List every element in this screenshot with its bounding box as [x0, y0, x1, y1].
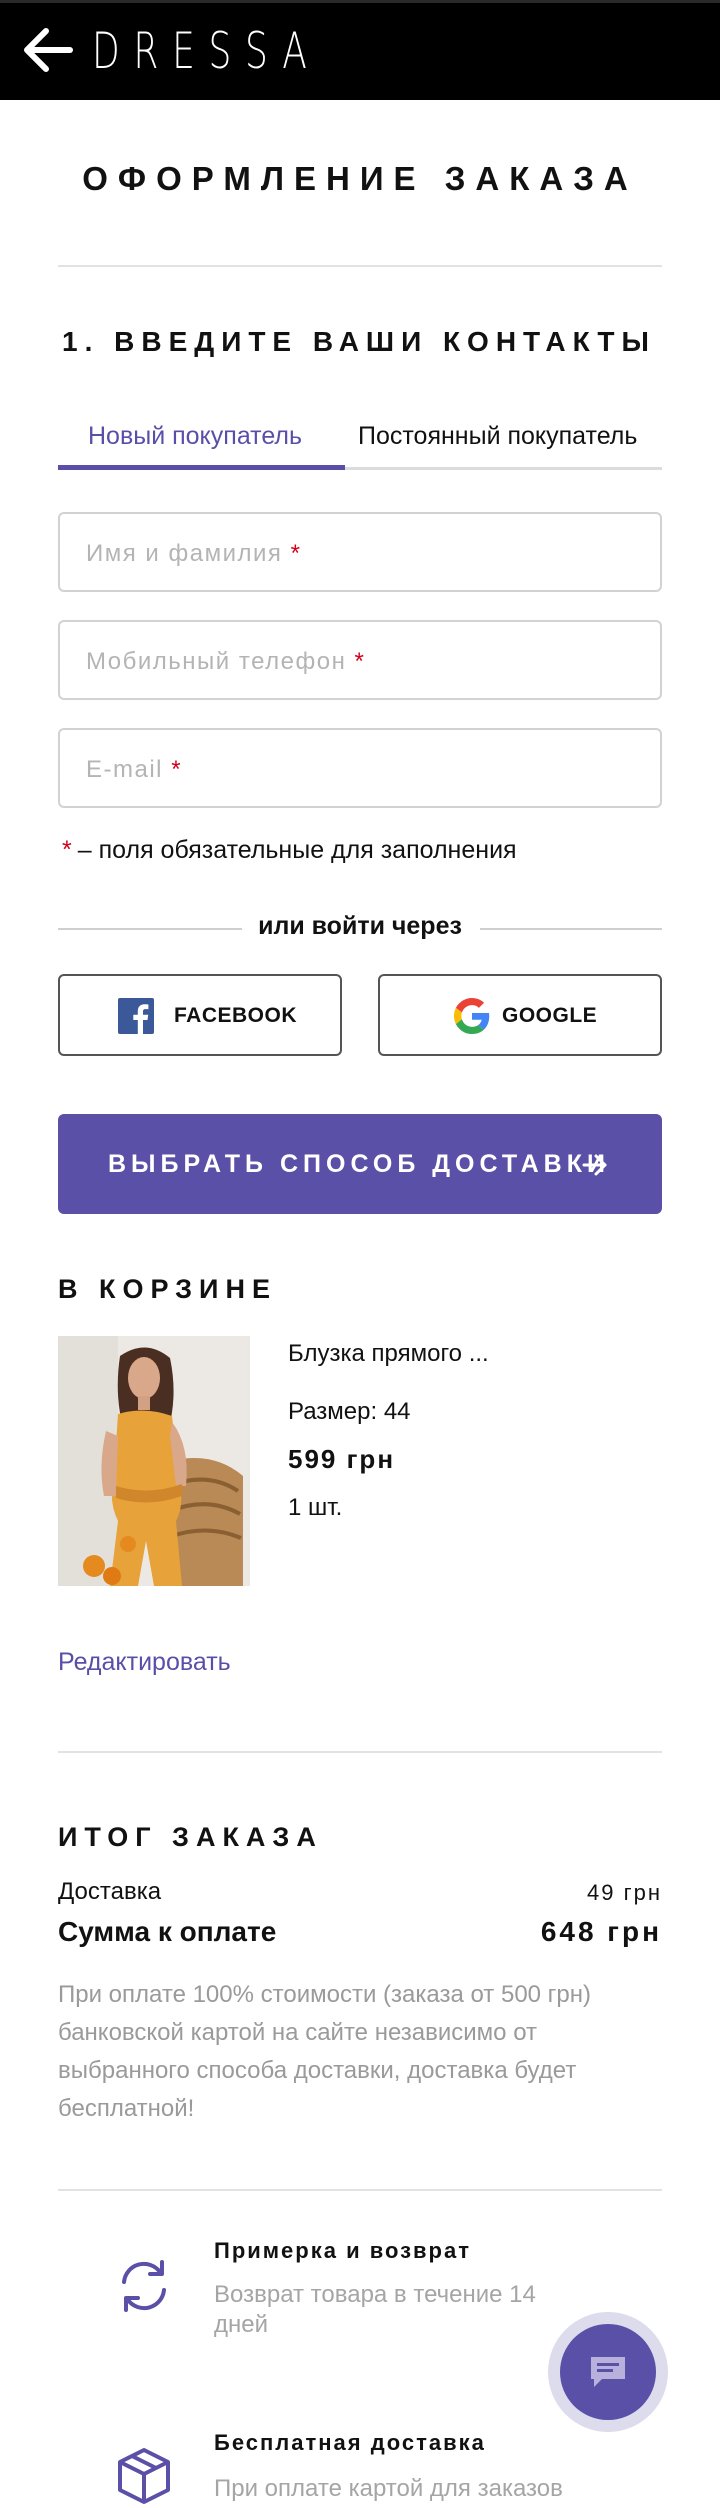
google-label: GOOGLE — [502, 1004, 598, 1027]
feature-text-delivery: При оплате картой для заказов — [214, 2475, 563, 2502]
active-tab-underline — [58, 465, 345, 470]
divider — [58, 1751, 662, 1753]
top-bar-edge — [0, 0, 720, 3]
top-bar: DRESSA — [0, 0, 720, 100]
edit-cart-link[interactable]: Редактировать — [58, 1648, 231, 1677]
chat-button[interactable] — [548, 2312, 668, 2432]
box-icon — [114, 2446, 174, 2506]
required-mark: * — [62, 836, 72, 864]
phone-input[interactable] — [60, 622, 660, 698]
tab-new-customer[interactable]: Новый покупатель — [88, 422, 302, 451]
google-login-button[interactable]: GOOGLE — [378, 974, 662, 1056]
total-label: Сумма к оплате — [58, 1916, 277, 1947]
name-input[interactable] — [60, 514, 660, 590]
cart-title: В КОРЗИНЕ — [58, 1274, 277, 1304]
choose-delivery-button[interactable]: ВЫБРАТЬ СПОСОБ ДОСТАВКИ — [58, 1114, 662, 1214]
required-note: * – поля обязательные для заполнения — [62, 836, 517, 864]
delivery-value: 49 грн — [587, 1880, 662, 1905]
delivery-label: Доставка — [58, 1878, 162, 1905]
feature-text-returns: Возврат товара в течение 14 дней — [214, 2281, 536, 2338]
choose-delivery-label: ВЫБРАТЬ СПОСОБ ДОСТАВКИ — [108, 1150, 610, 1178]
product-name[interactable]: Блузка прямого ... — [288, 1340, 489, 1368]
logo[interactable]: DRESSA — [92, 16, 321, 80]
feature-title-returns: Примерка и возврат — [214, 2238, 472, 2263]
customer-tabs: Новый покупатель Постоянный покупатель — [58, 418, 662, 470]
chat-button-inner — [560, 2324, 656, 2420]
order-summary-title: ИТОГ ЗАКАЗА — [58, 1822, 323, 1852]
or-login-divider: или войти через — [58, 912, 662, 946]
facebook-icon — [118, 998, 154, 1034]
facebook-label: FACEBOOK — [174, 1004, 298, 1027]
page-title: ОФОРМЛЕНИЕ ЗАКАЗА — [82, 160, 638, 197]
tab-regular-customer[interactable]: Постоянный покупатель — [358, 422, 637, 451]
arrow-right-icon — [580, 1150, 610, 1180]
product-size: Размер: 44 — [288, 1398, 411, 1425]
free-delivery-info: При оплате 100% стоимости (заказа от 500… — [58, 1981, 592, 2122]
back-arrow-icon[interactable] — [22, 27, 74, 73]
refresh-icon — [114, 2256, 174, 2316]
total-value: 648 грн — [540, 1916, 662, 1947]
or-login-text: или войти через — [258, 912, 462, 940]
email-input[interactable] — [60, 730, 660, 806]
google-icon — [454, 998, 490, 1034]
contacts-section-title: 1. ВВЕДИТЕ ВАШИ КОНТАКТЫ — [62, 326, 656, 357]
name-field[interactable]: Имя и фамилия * — [58, 512, 662, 592]
email-field[interactable]: E-mail * — [58, 728, 662, 808]
product-image[interactable] — [58, 1336, 250, 1586]
facebook-login-button[interactable]: FACEBOOK — [58, 974, 342, 1056]
divider — [58, 265, 662, 267]
product-price: 599 грн — [288, 1444, 396, 1474]
product-quantity: 1 шт. — [288, 1494, 343, 1521]
feature-title-delivery: Бесплатная доставка — [214, 2430, 486, 2455]
divider — [58, 2189, 662, 2191]
chat-icon — [591, 2357, 625, 2387]
phone-field[interactable]: Мобильный телефон * — [58, 620, 662, 700]
